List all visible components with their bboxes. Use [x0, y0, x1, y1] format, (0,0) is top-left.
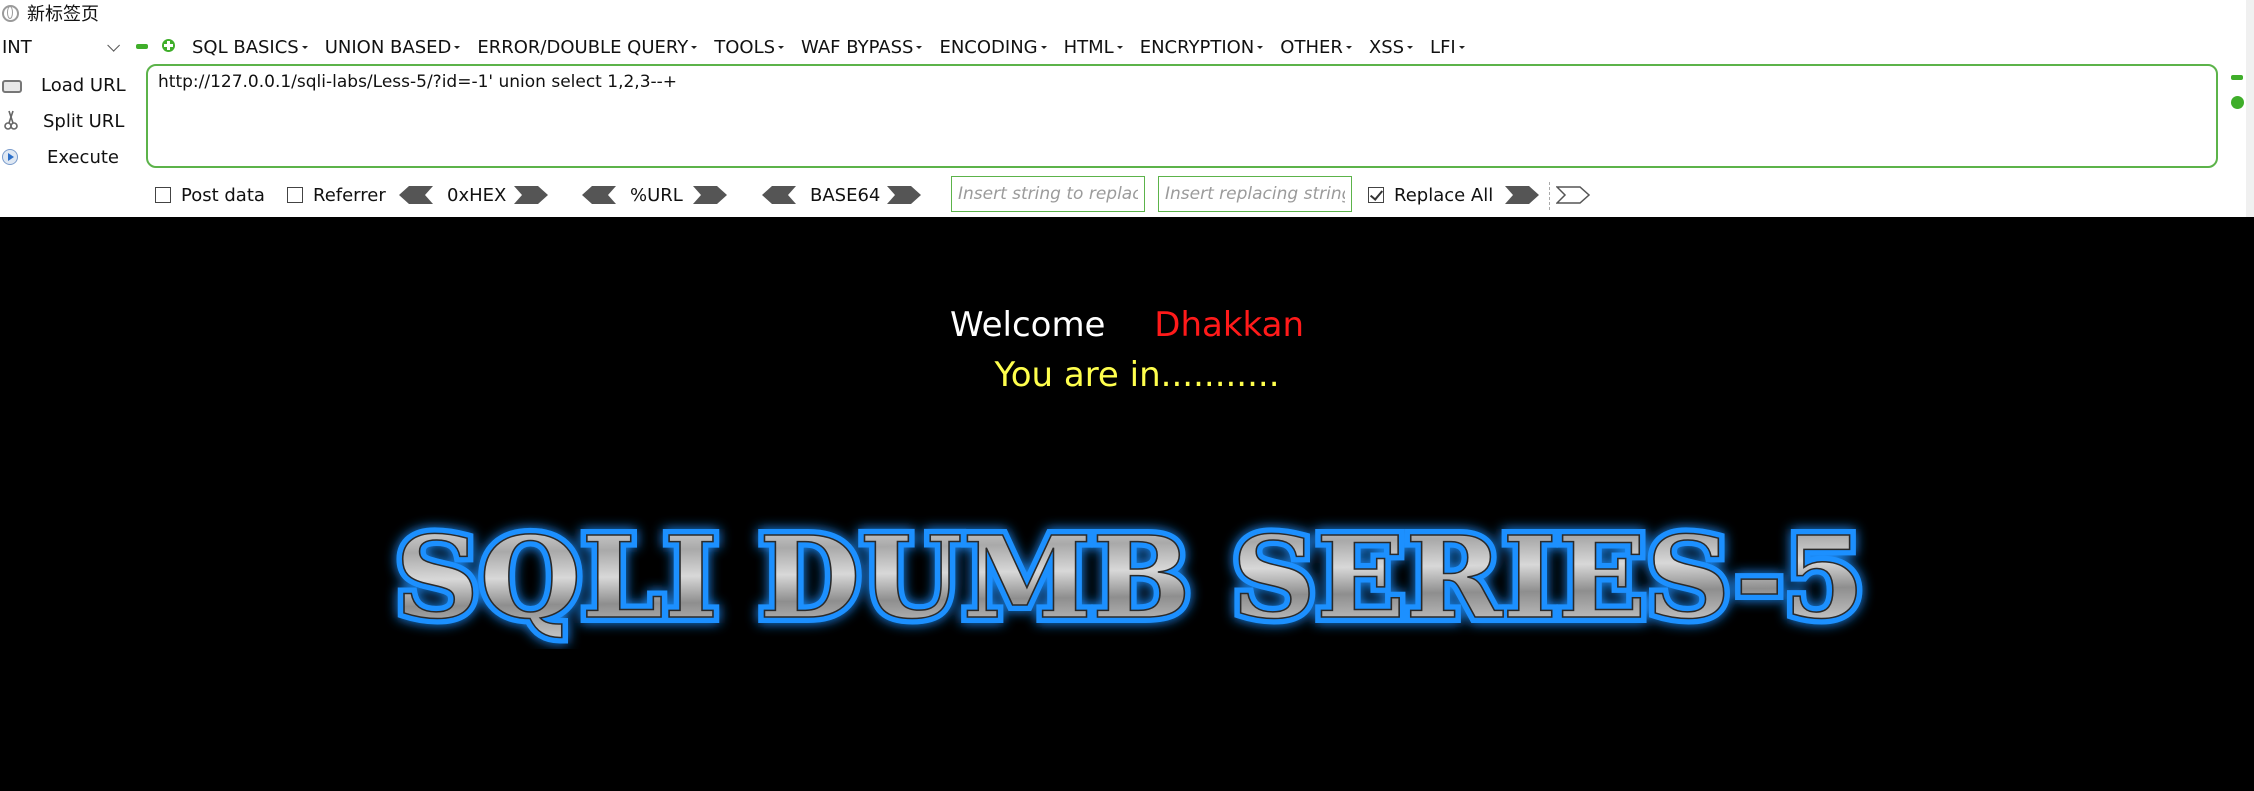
menu-label: UNION BASED: [324, 36, 452, 58]
menu-label: ERROR/DOUBLE QUERY: [477, 36, 689, 58]
caret-down-icon: [916, 45, 923, 49]
menu-sql-basics[interactable]: SQL BASICS: [192, 37, 308, 58]
menu-encryption[interactable]: ENCRYPTION: [1140, 37, 1264, 58]
referrer-toggle[interactable]: Referrer: [287, 175, 386, 215]
menu-waf-bypass[interactable]: WAF BYPASS: [801, 36, 923, 58]
caret-down-icon: [1407, 45, 1414, 49]
url-text: http://127.0.0.1/sqli-labs/Less-5/?id=-1…: [158, 72, 678, 92]
split-url-icon: [4, 110, 18, 130]
caret-down-icon: [1116, 45, 1123, 49]
url-decode-arrow-icon[interactable]: [582, 186, 616, 204]
hackbar-menubar: INT SQL BASICS UNION BASED ERROR/DOUBLE …: [0, 34, 1500, 60]
browser-window: 新标签页 INT SQL BASICS UNION BASED ERROR/DO…: [0, 0, 2254, 791]
menu-label: XSS: [1368, 36, 1405, 58]
status-message: You are in...........: [994, 355, 1280, 395]
menu-items: SQL BASICS UNION BASED ERROR/DOUBLE QUER…: [192, 34, 1482, 60]
menu-label: LFI: [1430, 36, 1456, 58]
scroll-down-icon[interactable]: [2231, 96, 2244, 109]
browser-tab[interactable]: 新标签页: [0, 0, 99, 26]
hackbar-panel: 新标签页 INT SQL BASICS UNION BASED ERROR/DO…: [0, 0, 2254, 217]
url-textarea[interactable]: http://127.0.0.1/sqli-labs/Less-5/?id=-1…: [146, 64, 2218, 168]
caret-down-icon: [454, 45, 461, 49]
series-banner-image: SQLI DUMB SERIES-5 SQLI DUMB SERIES-5: [389, 507, 1871, 649]
hex-decode-arrow-icon[interactable]: [399, 186, 433, 204]
welcome-text: Welcome: [949, 305, 1106, 345]
caret-down-icon: [301, 45, 308, 49]
caret-down-icon: [1458, 45, 1465, 49]
base64-encode-arrow-icon[interactable]: [887, 186, 921, 204]
replace-all-label: Replace All: [1394, 184, 1494, 206]
execute-icon: [2, 149, 18, 165]
menu-label: WAF BYPASS: [801, 36, 914, 58]
referrer-checkbox[interactable]: [287, 187, 303, 203]
execute-label: Execute: [47, 146, 119, 168]
replace-all-toggle[interactable]: Replace All: [1368, 175, 1493, 215]
page-content: Welcome Dhakkan You are in........... SQ…: [0, 217, 2254, 791]
menu-label: ENCODING: [939, 36, 1038, 58]
banner-text: SQLI DUMB SERIES-5: [395, 513, 1865, 644]
side-actions: Load URL Split URL Execute: [0, 67, 140, 175]
menu-label: TOOLS: [714, 36, 776, 58]
menu-xss[interactable]: XSS: [1368, 36, 1414, 58]
caret-down-icon: [1040, 45, 1047, 49]
post-data-label: Post data: [181, 184, 265, 206]
menu-encoding[interactable]: ENCODING: [939, 36, 1047, 58]
base64-label: BASE64: [810, 184, 881, 206]
caret-down-icon: [691, 45, 698, 49]
hex-encode-arrow-icon[interactable]: [514, 186, 548, 204]
execute-button[interactable]: Execute: [0, 139, 140, 175]
load-url-label: Load URL: [41, 74, 126, 96]
menu-label: HTML: [1063, 36, 1114, 58]
replace-forward-arrow-icon[interactable]: [1505, 186, 1539, 204]
menu-error-double-query[interactable]: ERROR/DOUBLE QUERY: [477, 36, 698, 58]
caret-down-icon: [1257, 45, 1264, 49]
user-name: Dhakkan: [1154, 305, 1305, 345]
globe-icon: [2, 4, 19, 22]
scroll-up-icon[interactable]: [2231, 75, 2243, 80]
increase-icon[interactable]: [162, 39, 175, 52]
post-data-toggle[interactable]: Post data: [155, 175, 265, 215]
options-row: Post data Referrer 0xHEX %URL BASE64 Rep…: [0, 175, 2240, 215]
divider: [1549, 182, 1550, 210]
split-url-label: Split URL: [43, 110, 125, 132]
replace-string-input[interactable]: [951, 176, 1145, 212]
caret-down-icon: [778, 45, 785, 49]
welcome-line: Welcome Dhakkan: [0, 305, 2254, 345]
url-encode-label: %URL: [630, 184, 683, 206]
decrease-icon[interactable]: [136, 44, 148, 49]
split-url-button[interactable]: Split URL: [0, 103, 140, 139]
replace-all-checkbox[interactable]: [1368, 187, 1384, 203]
caret-down-icon: [1345, 45, 1352, 49]
referrer-label: Referrer: [313, 184, 386, 206]
load-url-button[interactable]: Load URL: [0, 67, 140, 103]
load-url-icon: [2, 80, 22, 93]
tab-title: 新标签页: [27, 4, 99, 25]
menu-tools[interactable]: TOOLS: [714, 36, 785, 58]
menu-other[interactable]: OTHER: [1280, 37, 1352, 58]
post-data-checkbox[interactable]: [155, 187, 171, 203]
menu-label: ENCRYPTION: [1139, 36, 1255, 58]
int-select-value: INT: [2, 36, 32, 58]
menu-html[interactable]: HTML: [1064, 37, 1123, 58]
url-encode-arrow-icon[interactable]: [693, 186, 727, 204]
menu-lfi[interactable]: LFI: [1430, 37, 1465, 58]
hex-label: 0xHEX: [447, 184, 507, 206]
replace-next-arrow-icon[interactable]: [1556, 186, 1590, 204]
base64-decode-arrow-icon[interactable]: [762, 186, 796, 204]
chevron-down-icon: [107, 38, 120, 52]
menu-union-based[interactable]: UNION BASED: [325, 37, 461, 58]
menu-label: OTHER: [1280, 36, 1343, 58]
int-select[interactable]: INT: [2, 34, 122, 60]
menu-label: SQL BASICS: [192, 36, 299, 58]
replacing-string-input[interactable]: [1158, 176, 1352, 212]
